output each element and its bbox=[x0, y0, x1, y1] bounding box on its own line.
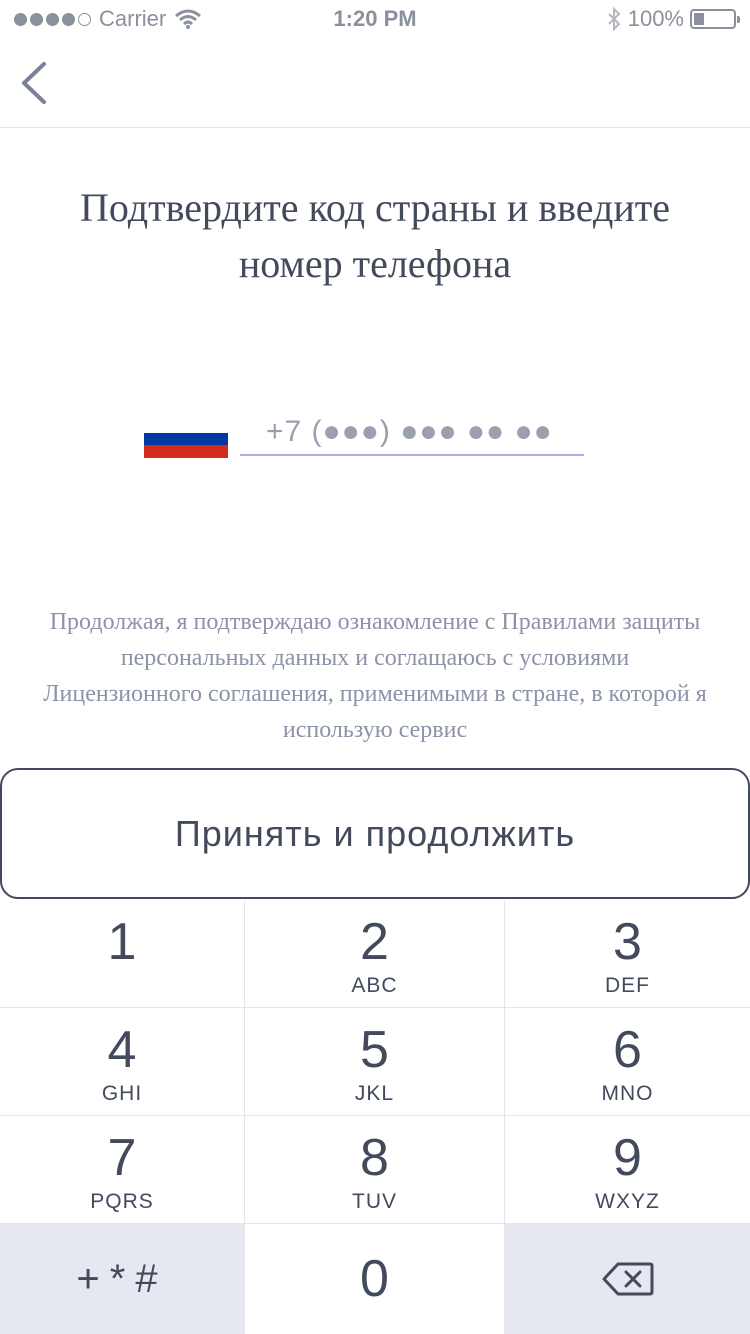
key-digit: 5 bbox=[360, 1021, 389, 1079]
key-digit: 2 bbox=[360, 913, 389, 971]
flag-stripe-white bbox=[144, 420, 228, 433]
key-digit: 9 bbox=[613, 1129, 642, 1187]
key-digit: 7 bbox=[107, 1129, 137, 1187]
key-digit: 3 bbox=[613, 913, 642, 971]
consent-text: Продолжая, я подтверждаю ознакомление с … bbox=[43, 609, 707, 743]
key-letters: ABC bbox=[351, 974, 398, 997]
page-title: Подтвердите код страны и введите номер т… bbox=[80, 185, 670, 286]
key-letters: DEF bbox=[605, 974, 650, 997]
key-digit: 0 bbox=[360, 1250, 389, 1308]
back-button[interactable] bbox=[14, 58, 64, 108]
key-letters: TUV bbox=[352, 1190, 397, 1213]
key-2[interactable]: 2 ABC bbox=[245, 900, 505, 1008]
accept-continue-button[interactable]: Принять и продолжить bbox=[0, 768, 750, 899]
phone-number-input[interactable] bbox=[240, 410, 584, 456]
battery-icon bbox=[690, 9, 740, 29]
chevron-left-icon bbox=[22, 62, 46, 104]
flag-stripe-blue bbox=[144, 432, 228, 446]
battery-percent: 100% bbox=[627, 6, 684, 31]
key-5[interactable]: 5 JKL bbox=[245, 1008, 505, 1116]
numeric-keypad: 1 2 ABC 3 DEF 4 GHI 5 JKL 6 MNO 7 PQRS 8… bbox=[0, 900, 750, 1334]
battery-level bbox=[694, 13, 704, 25]
nav-bar bbox=[0, 40, 750, 128]
backspace-icon bbox=[602, 1262, 653, 1296]
key-letters: MNO bbox=[601, 1082, 654, 1105]
key-3[interactable]: 3 DEF bbox=[505, 900, 750, 1008]
key-digit: 4 bbox=[107, 1021, 137, 1079]
key-letters: GHI bbox=[101, 1082, 143, 1105]
key-digit: 8 bbox=[360, 1129, 389, 1187]
key-4[interactable]: 4 GHI bbox=[0, 1008, 245, 1116]
status-bar: Carrier 1:20 PM 100% bbox=[0, 0, 750, 40]
key-letters: PQRS bbox=[90, 1190, 154, 1213]
bluetooth-icon bbox=[608, 7, 621, 31]
key-delete[interactable] bbox=[505, 1224, 750, 1334]
key-1[interactable]: 1 bbox=[0, 900, 245, 1008]
key-letters: WXYZ bbox=[595, 1190, 660, 1213]
key-0[interactable]: 0 bbox=[245, 1224, 505, 1334]
key-letters: JKL bbox=[354, 1082, 395, 1105]
symbols-label: +*# bbox=[76, 1256, 168, 1301]
status-bar-right: 100% bbox=[606, 6, 740, 32]
key-6[interactable]: 6 MNO bbox=[505, 1008, 750, 1116]
key-digit: 6 bbox=[613, 1021, 642, 1079]
country-flag-button[interactable] bbox=[144, 420, 228, 459]
key-7[interactable]: 7 PQRS bbox=[0, 1116, 245, 1224]
flag-stripe-red bbox=[144, 445, 228, 459]
key-9[interactable]: 9 WXYZ bbox=[505, 1116, 750, 1224]
key-symbols[interactable]: +*# bbox=[0, 1224, 245, 1334]
key-8[interactable]: 8 TUV bbox=[245, 1116, 505, 1224]
key-digit: 1 bbox=[107, 913, 137, 971]
